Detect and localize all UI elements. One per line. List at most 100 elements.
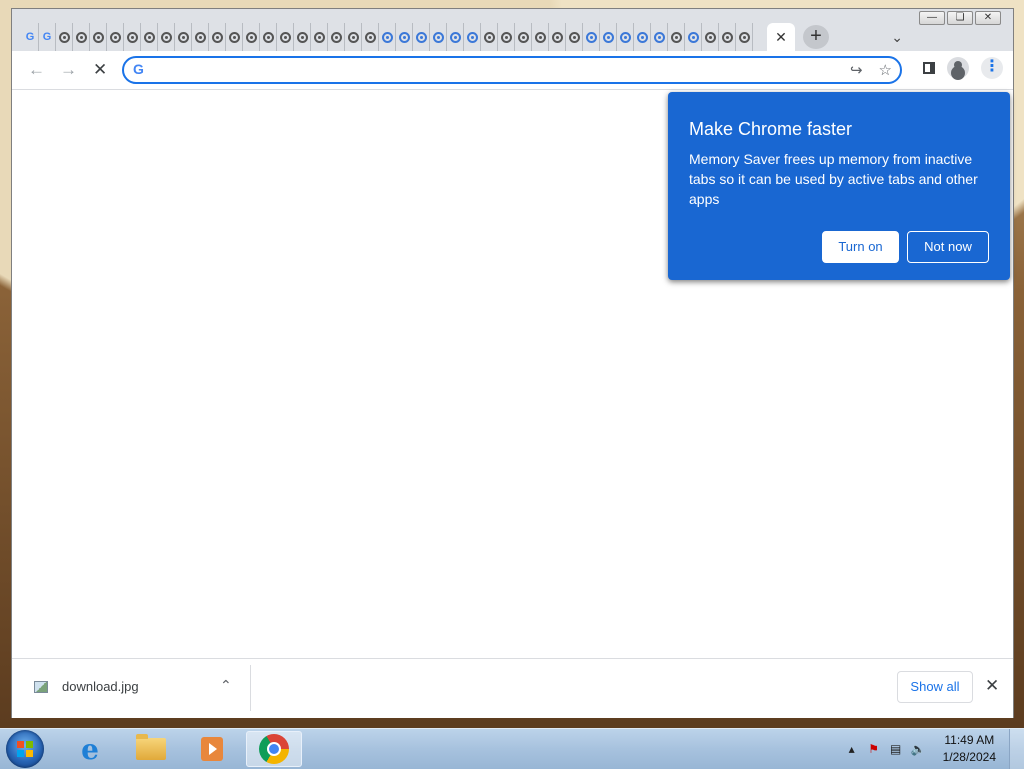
tab[interactable] [175,23,192,51]
tab[interactable] [396,23,413,51]
tab[interactable] [277,23,294,51]
tab[interactable] [124,23,141,51]
loading-favicon-icon [551,31,563,43]
tab[interactable] [243,23,260,51]
show-desktop-button[interactable] [1009,729,1024,769]
close-downloads-icon[interactable]: ✕ [985,676,999,696]
tab[interactable] [719,23,736,51]
address-input[interactable] [158,60,822,82]
taskbar: e ▴ ⚑ ▤ 🔈 11:49 AM 1/28/2024 [0,728,1024,769]
network-icon[interactable]: ▤ [889,742,903,756]
tab[interactable] [566,23,583,51]
chrome-taskbar-button[interactable] [246,731,302,767]
tab[interactable] [702,23,719,51]
turn-on-button[interactable]: Turn on [822,231,899,263]
tab[interactable] [209,23,226,51]
internet-explorer-button[interactable]: e [62,731,118,767]
tab[interactable] [379,23,396,51]
not-now-button[interactable]: Not now [907,231,989,263]
tab[interactable] [90,23,107,51]
show-hidden-icons-icon[interactable]: ▴ [845,742,859,756]
loading-favicon-icon [636,31,648,43]
clock[interactable]: 11:49 AM 1/28/2024 [943,732,996,766]
tab-search-button[interactable]: ⌄ [891,29,903,46]
memory-saver-popup: Make Chrome faster Memory Saver frees up… [668,92,1010,280]
loading-favicon-icon [177,31,189,43]
tab[interactable] [413,23,430,51]
tab[interactable] [430,23,447,51]
tab[interactable] [141,23,158,51]
tab[interactable] [192,23,209,51]
tab[interactable] [56,23,73,51]
start-button[interactable] [6,730,44,768]
tab[interactable] [617,23,634,51]
tab[interactable] [345,23,362,51]
loading-favicon-icon [75,31,87,43]
forward-button[interactable]: → [60,60,77,80]
back-button[interactable]: ← [28,60,45,80]
loading-favicon-icon [398,31,410,43]
tab[interactable] [634,23,651,51]
tab[interactable] [515,23,532,51]
tab[interactable] [549,23,566,51]
loading-favicon-icon [126,31,138,43]
loading-favicon-icon [296,31,308,43]
show-all-button[interactable]: Show all [897,671,973,703]
tab[interactable] [73,23,90,51]
google-icon: G [133,61,144,77]
loading-favicon-icon [568,31,580,43]
tab[interactable] [481,23,498,51]
tab[interactable]: G [39,23,56,51]
tab[interactable] [107,23,124,51]
loading-favicon-icon [347,31,359,43]
side-panel-icon[interactable] [923,62,935,74]
clock-time: 11:49 AM [944,733,995,747]
loading-favicon-icon [432,31,444,43]
bookmark-star-icon[interactable]: ☆ [879,61,892,79]
loading-favicon-icon [364,31,376,43]
loading-favicon-icon [517,31,529,43]
tab[interactable] [260,23,277,51]
share-icon[interactable]: ↪ [850,61,863,79]
tab[interactable]: G [22,23,39,51]
tab[interactable] [362,23,379,51]
profile-avatar-icon[interactable] [947,57,969,79]
chrome-menu-button[interactable]: ⋮ [981,57,1003,79]
tab[interactable] [294,23,311,51]
popup-title: Make Chrome faster [689,119,853,139]
chevron-up-icon[interactable]: ⌃ [220,677,232,694]
tab[interactable] [600,23,617,51]
tab[interactable] [651,23,668,51]
tab[interactable] [668,23,685,51]
active-tab[interactable]: ✕ [767,23,795,51]
loading-favicon-icon [245,31,257,43]
stop-loading-button[interactable]: ✕ [93,60,107,80]
google-favicon-icon: G [42,31,52,43]
tab[interactable] [464,23,481,51]
tab[interactable] [447,23,464,51]
loading-favicon-icon [109,31,121,43]
tab[interactable] [685,23,702,51]
loading-favicon-icon [194,31,206,43]
file-explorer-button[interactable] [123,731,179,767]
tab[interactable] [532,23,549,51]
address-bar[interactable]: G ↪ ☆ [122,56,902,84]
tab[interactable] [328,23,345,51]
tab[interactable] [311,23,328,51]
loading-favicon-icon [211,31,223,43]
action-center-icon[interactable]: ⚑ [867,742,881,756]
folder-icon [136,734,166,760]
volume-muted-icon[interactable]: 🔈 [911,742,926,756]
close-tab-icon[interactable]: ✕ [775,29,787,46]
new-tab-button[interactable]: + [803,25,829,49]
tab[interactable] [226,23,243,51]
tab-list: GG [22,23,753,51]
tab[interactable] [498,23,515,51]
tab[interactable] [736,23,753,51]
loading-favicon-icon [534,31,546,43]
tab[interactable] [583,23,600,51]
download-item[interactable]: download.jpg [34,679,139,694]
tab[interactable] [158,23,175,51]
loading-favicon-icon [483,31,495,43]
media-player-button[interactable] [184,731,240,767]
